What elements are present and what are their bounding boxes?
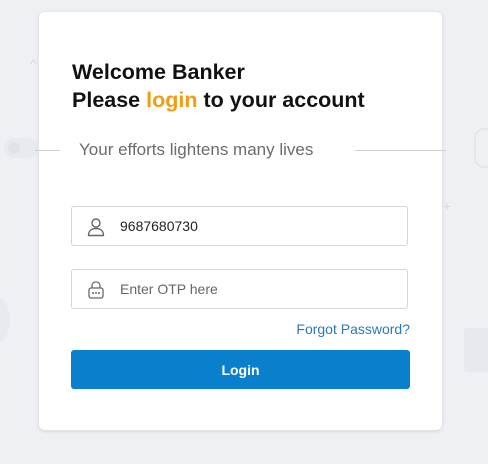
background-caret-icon: ^ [30,56,37,72]
title-prefix: Please [72,88,147,112]
otp-input[interactable] [120,270,400,308]
tagline-divider: Your efforts lightens many lives [35,140,446,160]
page-title: Welcome Banker Please login to your acco… [72,58,365,114]
login-card: Welcome Banker Please login to your acco… [35,12,446,430]
background-lock-shape [464,328,488,372]
background-circle-shape [0,296,10,344]
forgot-password-link[interactable]: Forgot Password? [296,321,410,337]
background-toggle-shape [4,138,38,158]
otp-lock-icon [88,281,104,299]
tagline-text: Your efforts lightens many lives [79,140,314,159]
otp-field[interactable] [71,269,408,309]
login-button[interactable]: Login [71,350,410,389]
title-accent: login [146,88,198,112]
phone-field[interactable] [71,206,408,246]
background-person-shape [474,128,488,168]
background-plus-icon: + [443,198,452,214]
divider-line-right [355,150,446,151]
title-suffix: to your account [197,88,365,112]
welcome-text: Welcome Banker [72,60,245,84]
phone-input[interactable] [120,207,400,245]
divider-line-left [35,150,60,151]
user-icon [87,218,105,237]
